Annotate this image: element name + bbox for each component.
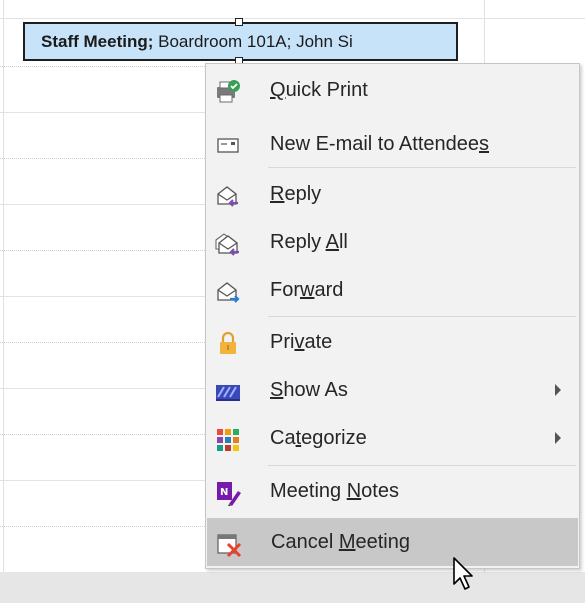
- menu-item-label: New E-mail to Attendees: [270, 133, 489, 155]
- categorize-icon: [214, 426, 240, 452]
- reply-all-icon: [214, 230, 240, 256]
- menu-item-reply-all[interactable]: Reply All: [206, 218, 579, 266]
- svg-text:N: N: [220, 487, 228, 498]
- menu-item-categorize[interactable]: Categorize: [206, 414, 579, 462]
- grid-line: [0, 204, 205, 205]
- show-as-icon: [214, 378, 240, 404]
- grid-line: [0, 480, 205, 481]
- email-icon: [214, 132, 240, 158]
- appointment-subject: Staff Meeting;: [41, 32, 154, 51]
- menu-item-label: Cancel Meeting: [271, 531, 410, 553]
- grid-line: [0, 526, 205, 527]
- menu-item-quick-print[interactable]: Quick Print: [206, 66, 579, 114]
- grid-line: [0, 158, 205, 159]
- quick-print-icon: [214, 78, 240, 104]
- menu-item-label: Private: [270, 331, 333, 353]
- appointment-details: Boardroom 101A; John Si: [153, 32, 353, 51]
- grid-line: [0, 66, 205, 67]
- mouse-pointer-icon: [452, 556, 478, 597]
- context-menu: Quick Print New E-mail to Attendees Repl…: [205, 63, 580, 569]
- menu-item-meeting-notes[interactable]: N Meeting Notes: [206, 467, 579, 515]
- grid-line: [0, 18, 585, 19]
- menu-item-new-email-to-attendees[interactable]: New E-mail to Attendees: [206, 120, 579, 168]
- grid-line: [0, 388, 205, 389]
- grid-line: [0, 434, 205, 435]
- grid-line: [0, 296, 205, 297]
- menu-item-reply[interactable]: Reply: [206, 170, 579, 218]
- submenu-arrow-icon: [555, 384, 561, 396]
- menu-item-label: Categorize: [270, 427, 367, 449]
- grid-line: [0, 342, 205, 343]
- menu-item-label: Quick Print: [270, 79, 368, 101]
- menu-item-label: Reply: [270, 183, 322, 205]
- submenu-arrow-icon: [555, 432, 561, 444]
- appointment-block[interactable]: Staff Meeting; Boardroom 101A; John Si: [23, 22, 458, 61]
- menu-item-label: Reply All: [270, 231, 348, 253]
- resize-handle-top[interactable]: [235, 18, 243, 26]
- menu-separator: [268, 316, 576, 317]
- cancel-meeting-icon: [215, 530, 242, 558]
- reply-icon: [214, 182, 240, 208]
- menu-item-label: Forward: [270, 279, 344, 301]
- onenote-icon: N: [214, 479, 241, 506]
- calendar-footer-band: [0, 572, 585, 603]
- grid-line: [0, 112, 205, 113]
- grid-line: [0, 250, 205, 251]
- forward-icon: [214, 278, 240, 304]
- menu-item-label: Meeting Notes: [270, 480, 399, 502]
- menu-item-cancel-meeting[interactable]: Cancel Meeting: [207, 518, 578, 566]
- menu-separator: [268, 465, 576, 466]
- menu-item-label: Show As: [270, 379, 348, 401]
- menu-item-private[interactable]: Private: [206, 318, 579, 366]
- menu-item-forward[interactable]: Forward: [206, 266, 579, 314]
- grid-line: [3, 0, 4, 603]
- menu-separator: [268, 167, 576, 168]
- lock-icon: [214, 330, 240, 356]
- menu-item-show-as[interactable]: Show As: [206, 366, 579, 414]
